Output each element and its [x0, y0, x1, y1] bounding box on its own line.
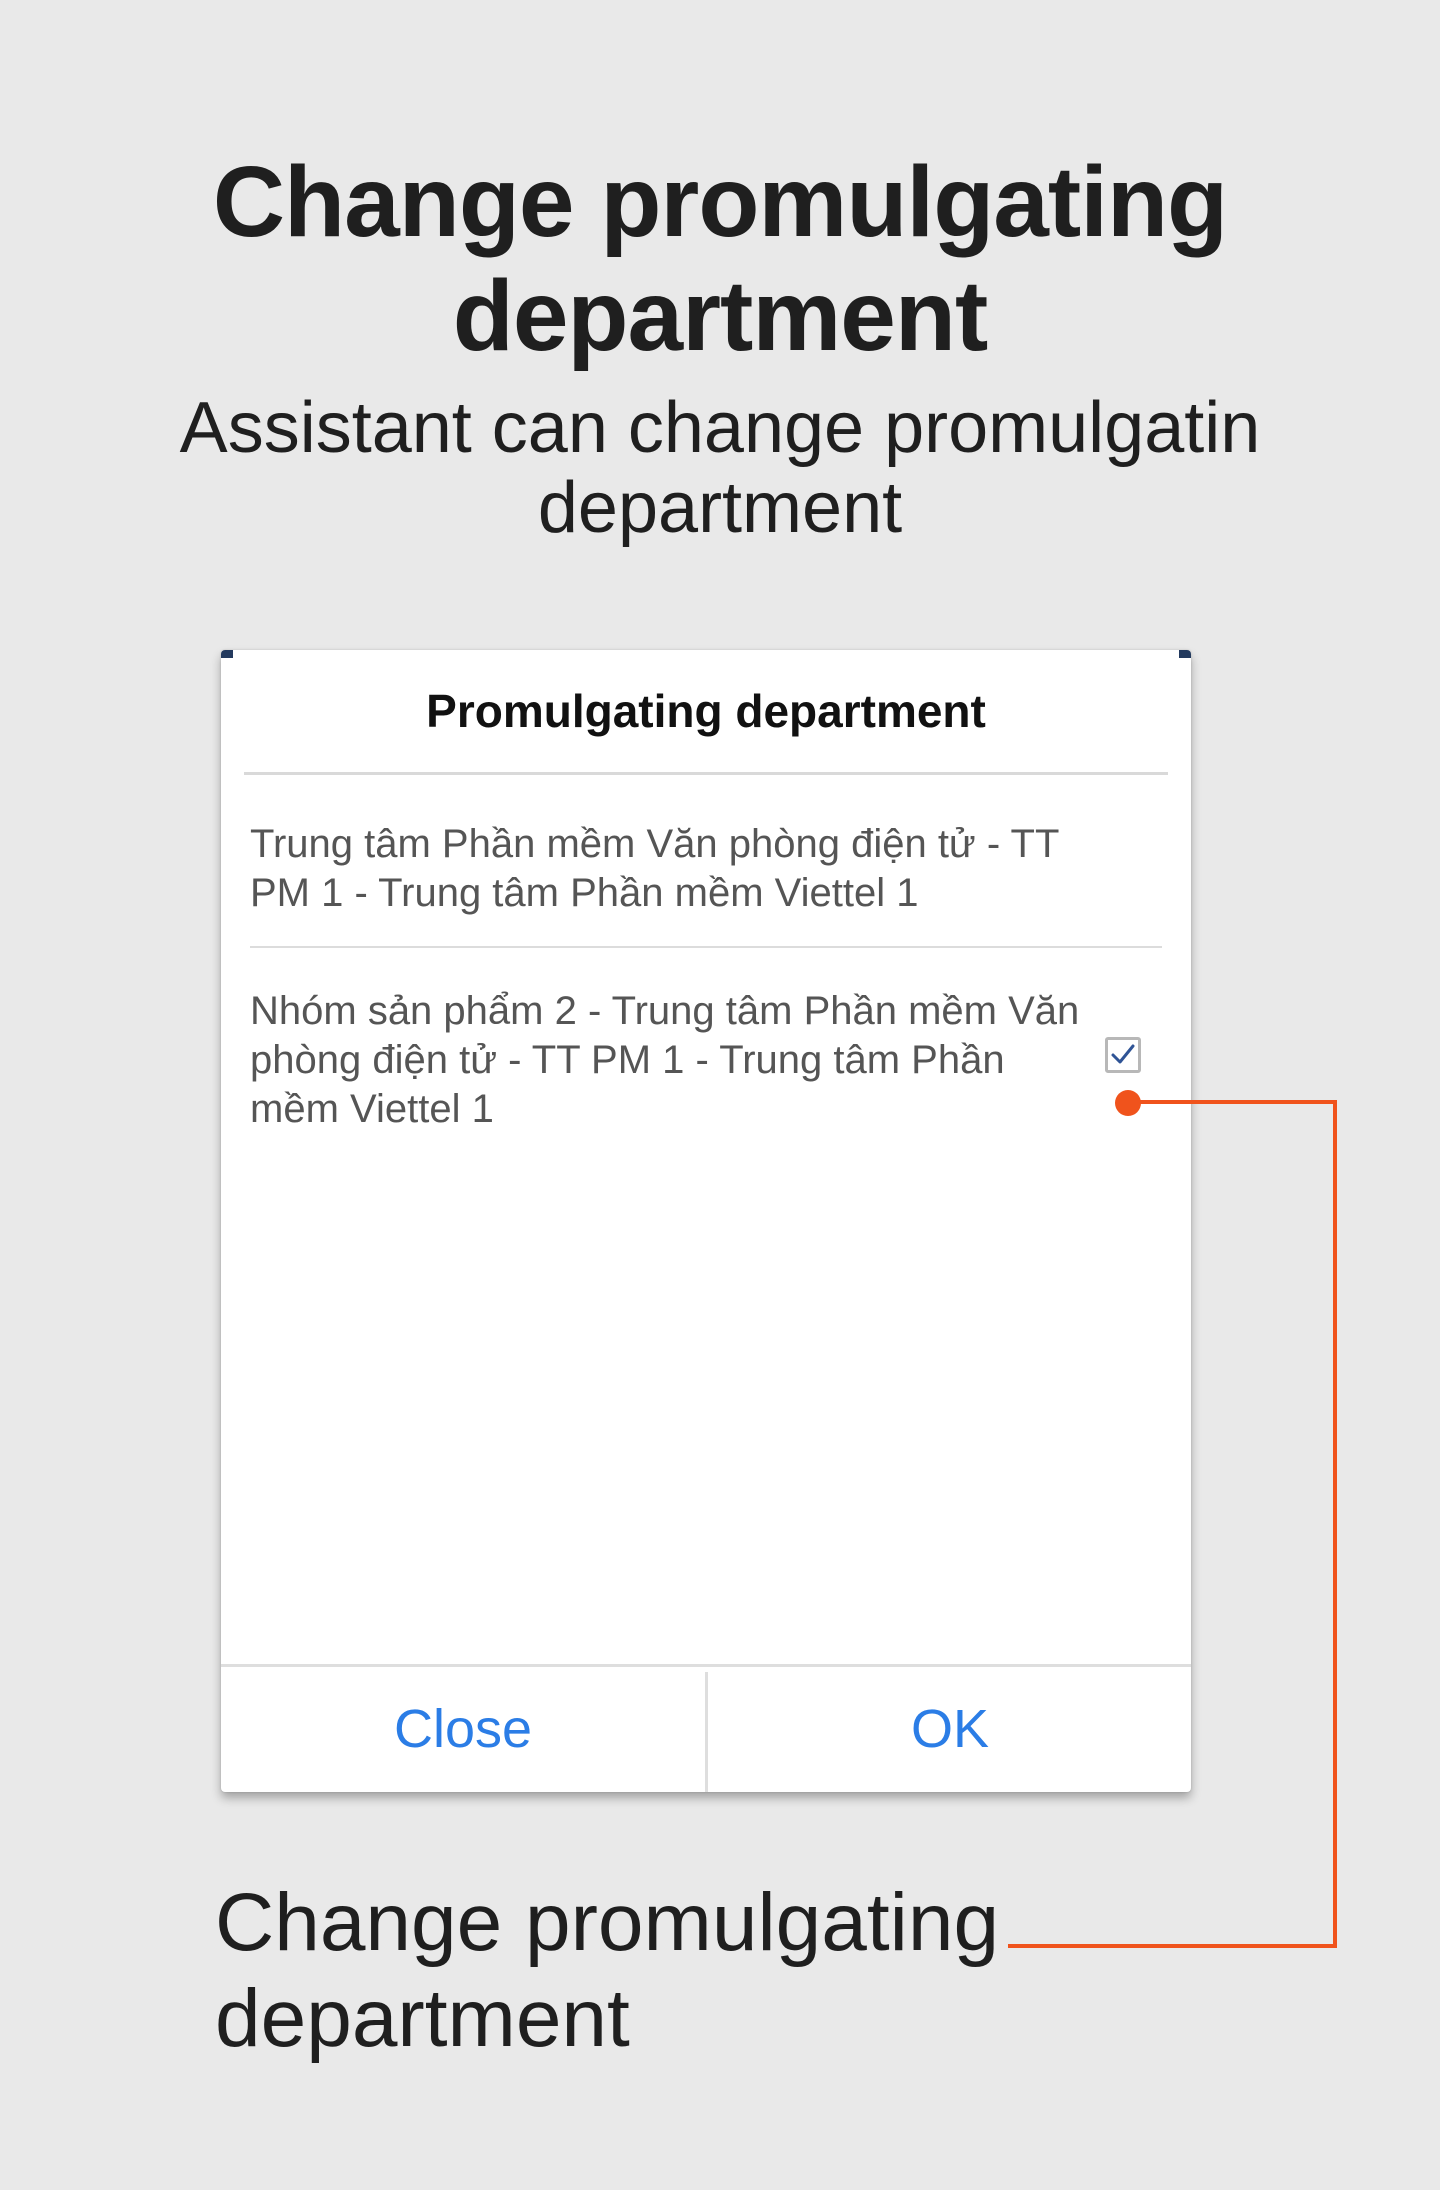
callout-connector — [1008, 1100, 1337, 1948]
callout-dot — [1115, 1090, 1141, 1116]
callout-label: Change promulgating department — [215, 1877, 1000, 2064]
